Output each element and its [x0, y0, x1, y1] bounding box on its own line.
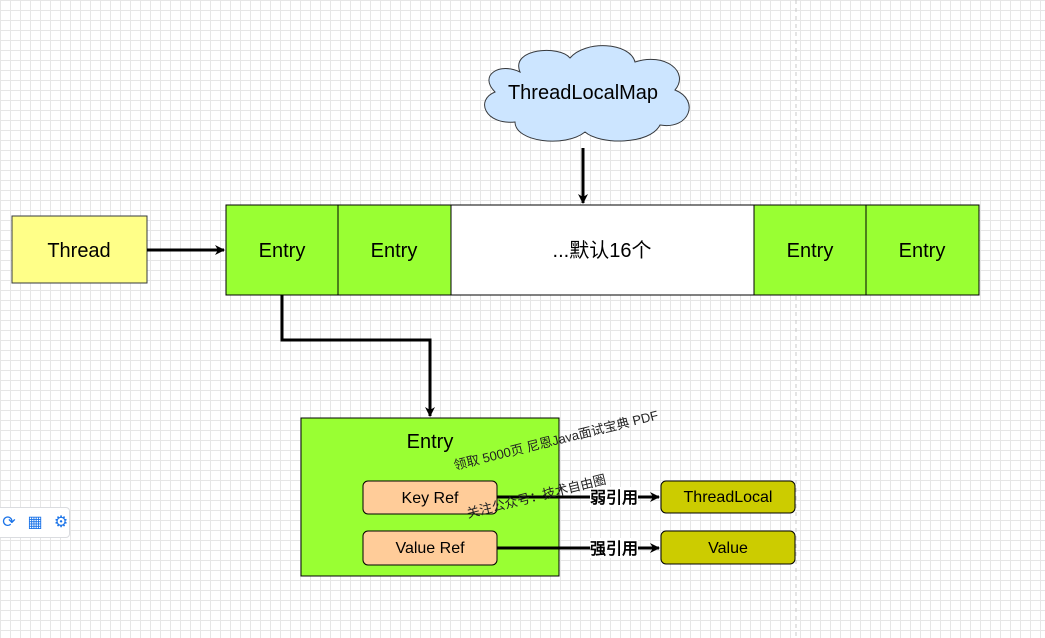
entry-cell-label: Entry [899, 240, 946, 262]
entry-cell-label: ...默认16个 [553, 239, 652, 262]
entry-cell-label: Entry [371, 240, 418, 262]
threadlocal-label: ThreadLocal [684, 489, 773, 506]
diagram-canvas: ThreadLocalMap Thread Entry Entry ...默认1… [11, 0, 980, 638]
arrow-entry-to-detail [280, 295, 435, 417]
weak-ref-label: 弱引用 [590, 489, 638, 507]
cloud-label: ThreadLocalMap [508, 82, 658, 104]
key-ref-label: Key Ref [402, 490, 459, 507]
value-ref-label: Value Ref [395, 540, 465, 557]
entry-cell-label: Entry [787, 240, 834, 262]
cloud-threadlocalmap[interactable]: ThreadLocalMap [484, 45, 690, 142]
value-ref-box[interactable]: Value Ref [362, 530, 498, 566]
strong-ref-label: 强引用 [590, 540, 638, 558]
thread-box[interactable]: Thread [11, 215, 148, 284]
refresh-icon[interactable]: ⟳ [1, 514, 17, 532]
value-label: Value [708, 540, 748, 557]
threadlocal-box[interactable]: ThreadLocal [660, 480, 796, 514]
floating-toolbar: ⟳ ▦ ⚙ [0, 507, 70, 538]
entry-array: Entry Entry ...默认16个 Entry Entry [225, 204, 980, 296]
thread-label: Thread [47, 240, 110, 262]
apps-icon[interactable]: ▦ [27, 514, 43, 532]
entry-detail-title: Entry [407, 431, 454, 453]
settings-icon[interactable]: ⚙ [53, 514, 69, 532]
value-box[interactable]: Value [660, 530, 796, 565]
entry-cell-label: Entry [259, 240, 306, 262]
